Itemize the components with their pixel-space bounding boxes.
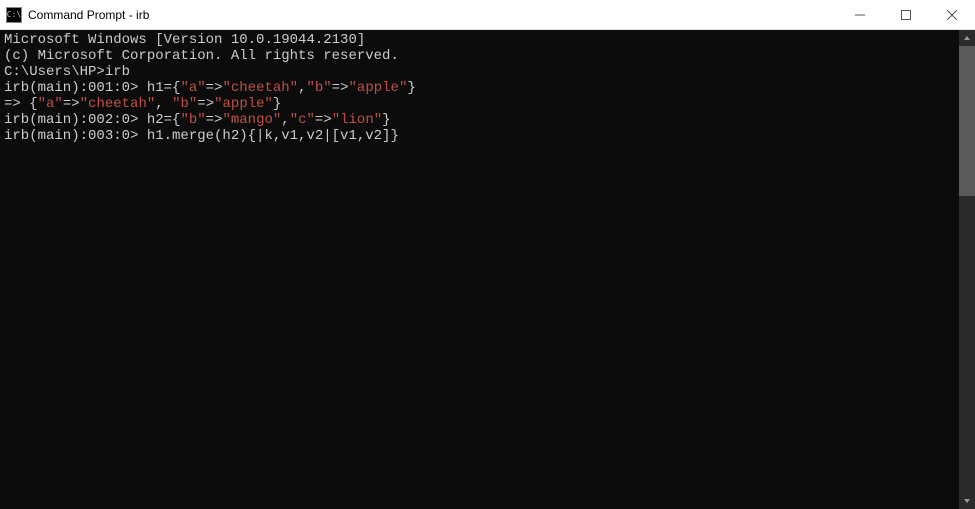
string-token: "b" — [307, 80, 332, 96]
string-token: "b" — [172, 96, 197, 112]
string-token: "a" — [180, 80, 205, 96]
text-token: , — [281, 112, 289, 128]
text-token: => — [206, 112, 223, 128]
text-token: (c) Microsoft Corporation. All rights re… — [4, 48, 399, 64]
string-token: "apple" — [349, 80, 408, 96]
text-token: => — [315, 112, 332, 128]
text-token: } — [273, 96, 281, 112]
terminal-output[interactable]: Microsoft Windows [Version 10.0.19044.21… — [0, 30, 959, 509]
window-title: Command Prompt - irb — [28, 8, 837, 22]
text-token: } — [382, 112, 390, 128]
scroll-up-icon[interactable] — [959, 30, 975, 46]
cmd-icon: C:\ — [6, 7, 22, 23]
string-token: "apple" — [214, 96, 273, 112]
text-token: C:\Users\HP>irb — [4, 64, 130, 80]
terminal-line: irb(main):003:0> h1.merge(h2){|k,v1,v2|[… — [4, 128, 955, 144]
terminal-line: => {"a"=>"cheetah", "b"=>"apple"} — [4, 96, 955, 112]
scrollbar[interactable] — [959, 30, 975, 509]
string-token: "cheetah" — [80, 96, 156, 112]
string-token: "a" — [38, 96, 63, 112]
text-token: irb(main):003:0> h1.merge(h2){|k,v1,v2|[… — [4, 128, 399, 144]
string-token: "b" — [180, 112, 205, 128]
text-token: irb(main):002:0> h2={ — [4, 112, 180, 128]
text-token: } — [407, 80, 415, 96]
terminal-line: irb(main):002:0> h2={"b"=>"mango","c"=>"… — [4, 112, 955, 128]
window-controls — [837, 0, 975, 29]
string-token: "c" — [290, 112, 315, 128]
text-token: , — [298, 80, 306, 96]
string-token: "mango" — [222, 112, 281, 128]
string-token: "cheetah" — [222, 80, 298, 96]
maximize-button[interactable] — [883, 0, 929, 29]
close-button[interactable] — [929, 0, 975, 29]
close-icon — [947, 10, 957, 20]
terminal-line: Microsoft Windows [Version 10.0.19044.21… — [4, 32, 955, 48]
text-token: , — [155, 96, 172, 112]
text-token: => { — [4, 96, 38, 112]
text-token: => — [206, 80, 223, 96]
titlebar: C:\ Command Prompt - irb — [0, 0, 975, 30]
minimize-icon — [855, 10, 865, 20]
maximize-icon — [901, 10, 911, 20]
text-token: irb(main):001:0> h1={ — [4, 80, 180, 96]
text-token: => — [197, 96, 214, 112]
terminal-line: irb(main):001:0> h1={"a"=>"cheetah","b"=… — [4, 80, 955, 96]
text-token: Microsoft Windows [Version 10.0.19044.21… — [4, 32, 365, 48]
scroll-down-icon[interactable] — [959, 493, 975, 509]
string-token: "lion" — [332, 112, 382, 128]
terminal-line: C:\Users\HP>irb — [4, 64, 955, 80]
text-token: => — [63, 96, 80, 112]
minimize-button[interactable] — [837, 0, 883, 29]
text-token: => — [332, 80, 349, 96]
scroll-thumb[interactable] — [959, 46, 975, 196]
terminal-area: Microsoft Windows [Version 10.0.19044.21… — [0, 30, 975, 509]
terminal-line: (c) Microsoft Corporation. All rights re… — [4, 48, 955, 64]
